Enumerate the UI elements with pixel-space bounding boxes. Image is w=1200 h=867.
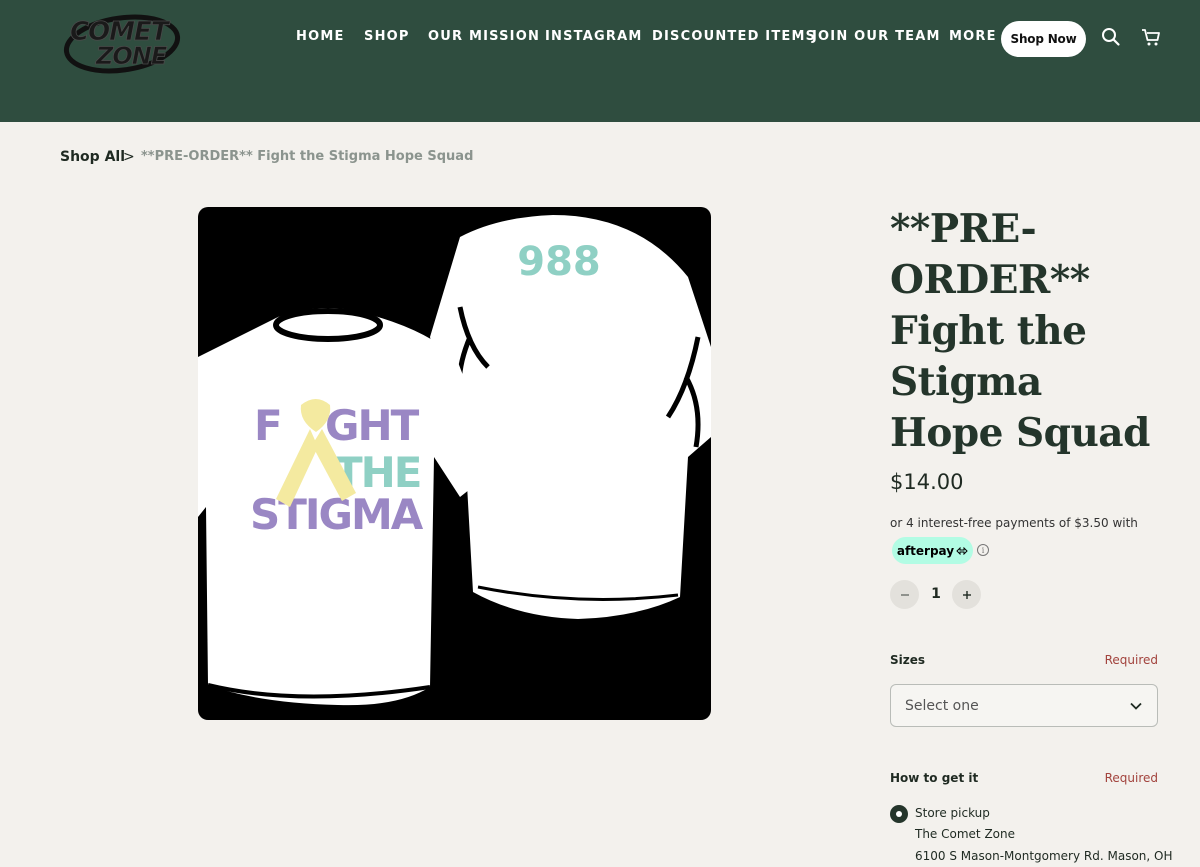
shirt-back-988-text: 988 <box>517 239 601 285</box>
nav-shop[interactable]: SHOP <box>364 29 410 44</box>
store-address: 6100 S Mason-Montgomery Rd. Mason, OH <box>915 849 1173 863</box>
nav-join-our-team[interactable]: JOIN OUR TEAM <box>812 29 941 44</box>
afterpay-badge-label: afterpay <box>896 543 955 558</box>
info-icon[interactable]: i <box>977 544 989 556</box>
comet-zone-logo[interactable]: COMET ZONE <box>62 6 186 76</box>
cart-icon[interactable] <box>1141 27 1161 47</box>
search-icon[interactable] <box>1101 27 1121 47</box>
nav-home[interactable]: HOME <box>296 29 345 44</box>
product-price: $14.00 <box>890 470 964 494</box>
plus-icon <box>962 590 971 599</box>
chevron-down-icon <box>1130 702 1142 710</box>
nav-discounted-items[interactable]: DISCOUNTED ITEMS <box>652 29 816 44</box>
minus-icon <box>900 593 909 596</box>
product-title: **PRE-ORDER** Fight the Stigma Hope Squa… <box>890 206 1150 456</box>
site-header: COMET ZONE HOME SHOP OUR MISSION INSTAGR… <box>0 0 1200 122</box>
afterpay-text: or 4 interest-free payments of $3.50 wit… <box>890 516 1138 530</box>
size-select-value: Select one <box>905 698 979 714</box>
nav-instagram[interactable]: INSTAGRAM <box>545 29 642 44</box>
quantity-increase-button[interactable] <box>952 580 981 609</box>
fulfillment-label: How to get it <box>890 771 979 785</box>
store-name: The Comet Zone <box>915 827 1015 841</box>
sizes-label: Sizes <box>890 653 926 667</box>
product-image[interactable]: 988 F GHT THE STIGMA <box>198 207 711 720</box>
shirt-text-f: F <box>254 401 283 450</box>
breadcrumb-separator: > <box>123 149 135 165</box>
breadcrumb-current: **PRE-ORDER** Fight the Stigma Hope Squa… <box>141 149 474 164</box>
nav-more[interactable]: MORE <box>949 29 997 44</box>
fulfillment-required: Required <box>1104 771 1158 785</box>
quantity-value[interactable]: 1 <box>926 586 946 602</box>
store-pickup-label[interactable]: Store pickup <box>915 806 990 820</box>
shirt-text-stigma: STIGMA <box>250 490 424 539</box>
logo-text-zone: ZONE <box>95 42 168 70</box>
sizes-required: Required <box>1104 653 1158 667</box>
size-select[interactable]: Select one <box>890 684 1158 727</box>
shop-now-button[interactable]: Shop Now <box>1001 21 1086 57</box>
afterpay-arrows-icon <box>956 546 968 555</box>
nav-our-mission[interactable]: OUR MISSION <box>428 29 540 44</box>
afterpay-badge[interactable]: afterpay <box>892 537 973 564</box>
store-pickup-radio[interactable] <box>890 805 908 823</box>
breadcrumb-shop-all[interactable]: Shop All <box>60 149 125 165</box>
shirt-text-ght: GHT <box>325 401 420 450</box>
quantity-decrease-button[interactable] <box>890 580 919 609</box>
